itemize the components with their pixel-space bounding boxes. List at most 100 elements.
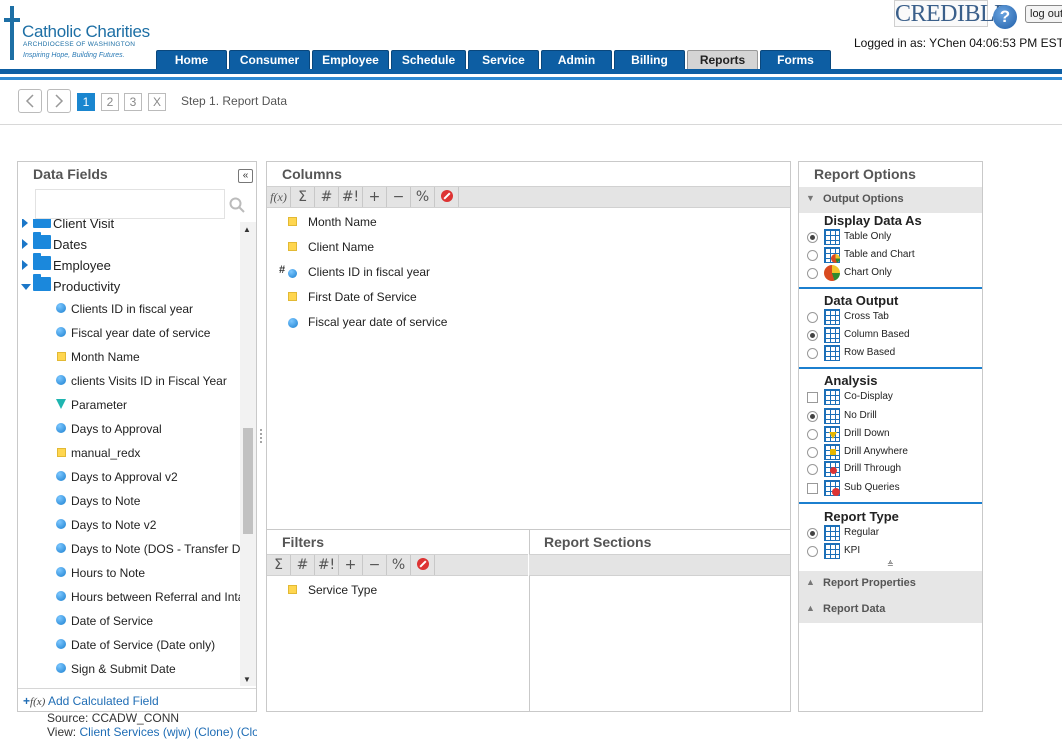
option-label: Drill Down: [844, 428, 890, 439]
radio-button[interactable]: [807, 528, 818, 539]
field-label: Parameter: [71, 398, 128, 412]
dimension-icon: [288, 292, 297, 301]
back-button[interactable]: [18, 89, 42, 113]
option-label: Column Based: [844, 329, 910, 340]
remove-button[interactable]: [435, 187, 459, 207]
scrollbar-thumb[interactable]: [243, 428, 253, 534]
chevron-up-icon: ▲: [806, 577, 815, 587]
display-data-as-title: Display Data As: [824, 213, 922, 228]
report-data-header[interactable]: ▲ Report Data: [799, 597, 982, 623]
splitter-handle[interactable]: [259, 428, 263, 444]
measure-icon: [56, 543, 66, 553]
nav-tab-employee[interactable]: Employee: [312, 50, 389, 70]
report-sections-toolbar: [529, 554, 790, 576]
filters-toolbar: Σ # #! + − %: [267, 554, 528, 576]
measure-icon: [56, 495, 66, 505]
nav-tab-billing[interactable]: Billing: [614, 50, 685, 70]
nav-tab-service[interactable]: Service: [468, 50, 539, 70]
add-button[interactable]: +: [363, 187, 387, 207]
radio-button[interactable]: [807, 546, 818, 557]
report-options-title: Report Options: [814, 166, 916, 182]
nav-tab-forms[interactable]: Forms: [760, 50, 831, 70]
logout-button[interactable]: log out: [1025, 5, 1062, 23]
search-icon[interactable]: [229, 197, 245, 213]
column-table-icon: [824, 327, 840, 343]
radio-button[interactable]: [807, 312, 818, 323]
filter-label: Service Type: [308, 583, 378, 597]
scroll-down-icon[interactable]: ▼: [243, 675, 251, 684]
radio-button[interactable]: [807, 250, 818, 261]
forward-button[interactable]: [47, 89, 71, 113]
radio-button[interactable]: [807, 447, 818, 458]
folder-icon: [33, 232, 51, 249]
cross-icon: [4, 6, 20, 60]
expand-icon[interactable]: [22, 219, 28, 228]
step-close[interactable]: X: [148, 93, 166, 111]
add-button[interactable]: +: [339, 555, 363, 575]
radio-button[interactable]: [807, 330, 818, 341]
report-properties-header[interactable]: ▲ Report Properties: [799, 571, 982, 597]
count-button[interactable]: #: [315, 187, 339, 207]
collapse-panel-button[interactable]: «: [238, 169, 253, 183]
view-link[interactable]: Client Services (wjw) (Clone) (Clone): [79, 725, 257, 739]
distinct-count-button[interactable]: #!: [315, 555, 339, 575]
folder-icon: [33, 253, 51, 270]
subtract-button[interactable]: −: [363, 555, 387, 575]
measure-icon: [56, 591, 66, 601]
count-button[interactable]: #: [291, 555, 315, 575]
checkbox[interactable]: [807, 392, 818, 403]
radio-button[interactable]: [807, 429, 818, 440]
field-label: Fiscal year date of service: [71, 326, 211, 340]
checkbox[interactable]: [807, 483, 818, 494]
collapse-icon[interactable]: [21, 284, 31, 290]
nav-tab-home[interactable]: Home: [156, 50, 227, 70]
catholic-charities-logo: Catholic Charities ARCHDIOCESE OF WASHIN…: [0, 6, 150, 62]
option-label: Drill Anywhere: [844, 446, 908, 457]
measure-icon: [56, 423, 66, 433]
field-tree-scrollbar[interactable]: ▲ ▼: [240, 222, 256, 686]
sum-button[interactable]: Σ: [267, 555, 291, 575]
step-3[interactable]: 3: [124, 93, 142, 111]
header-accent-bar: [0, 77, 1062, 80]
percent-button[interactable]: %: [387, 555, 411, 575]
sum-button[interactable]: Σ: [291, 187, 315, 207]
field-label: Days to Note v2: [71, 518, 157, 532]
logo-subtitle: ARCHDIOCESE OF WASHINGTON: [23, 41, 136, 48]
field-label: Sign & Submit Date: [71, 662, 176, 676]
add-calculated-field-link[interactable]: +f(x) Add Calculated Field: [23, 694, 159, 708]
data-fields-footer: +f(x) Add Calculated Field: [18, 688, 256, 711]
drill-anywhere-icon: [824, 444, 840, 460]
expand-icon[interactable]: [22, 260, 28, 270]
option-label: Cross Tab: [844, 311, 889, 322]
nav-tab-admin[interactable]: Admin: [541, 50, 612, 70]
scroll-up-icon[interactable]: ▲: [243, 225, 251, 234]
measure-icon: [56, 327, 66, 337]
expand-icon[interactable]: [22, 239, 28, 249]
folder-label: Employee: [53, 258, 111, 273]
function-button[interactable]: f(x): [267, 187, 291, 207]
data-fields-panel: Data Fields « Client Visit Dates Employe…: [17, 161, 257, 712]
nav-tab-consumer[interactable]: Consumer: [229, 50, 310, 70]
data-output-title: Data Output: [824, 293, 899, 308]
resize-handle-icon[interactable]: ≜: [887, 560, 894, 569]
radio-button[interactable]: [807, 348, 818, 359]
help-icon[interactable]: ?: [993, 5, 1017, 29]
radio-button[interactable]: [807, 411, 818, 422]
distinct-count-button[interactable]: #!: [339, 187, 363, 207]
subtract-button[interactable]: −: [387, 187, 411, 207]
drill-down-icon: [824, 426, 840, 442]
step-1[interactable]: 1: [77, 93, 95, 111]
field-search-input[interactable]: [35, 189, 225, 219]
main-nav: Home Consumer Employee Schedule Service …: [156, 50, 831, 70]
radio-button[interactable]: [807, 268, 818, 279]
nav-tab-reports[interactable]: Reports: [687, 50, 758, 70]
radio-button[interactable]: [807, 464, 818, 475]
nav-tab-schedule[interactable]: Schedule: [391, 50, 466, 70]
output-options-header[interactable]: ▼ Output Options: [799, 187, 982, 213]
step-2[interactable]: 2: [101, 93, 119, 111]
drill-through-icon: [824, 461, 840, 477]
percent-button[interactable]: %: [411, 187, 435, 207]
option-label: Table Only: [844, 231, 892, 242]
remove-button[interactable]: [411, 555, 435, 575]
radio-button[interactable]: [807, 232, 818, 243]
